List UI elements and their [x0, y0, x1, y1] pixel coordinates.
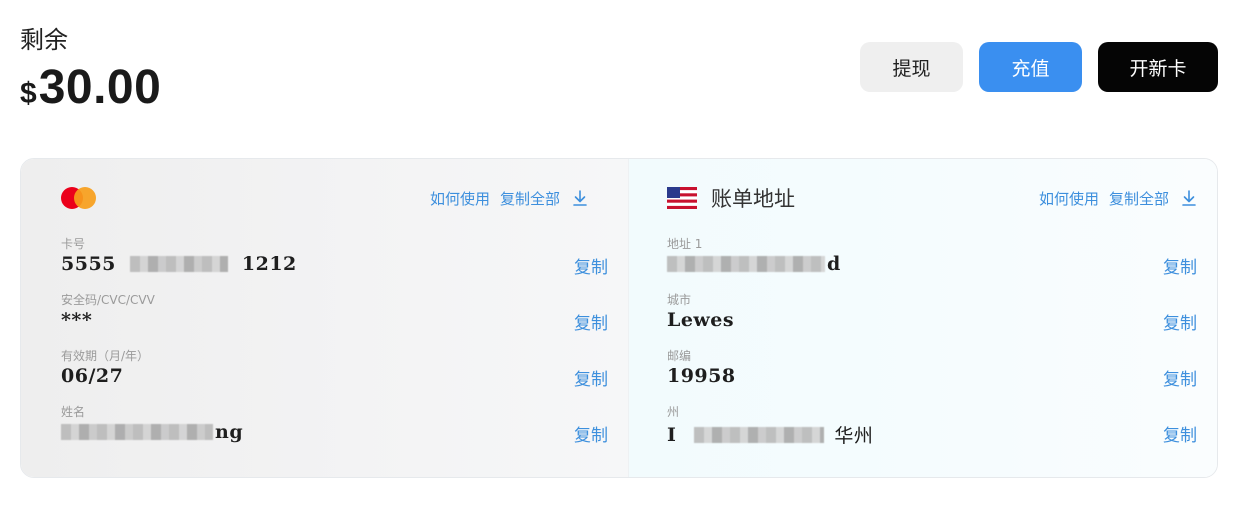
state-redacted	[694, 426, 825, 443]
zip-label: 邮编	[666, 349, 691, 363]
cvv-field: 安全码/CVC/CVV *** 复制	[61, 291, 608, 341]
cvv-value: ***	[61, 309, 93, 331]
cvv-label: 安全码/CVC/CVV	[61, 293, 155, 307]
card-number-prefix: 5555	[61, 253, 116, 275]
new-card-button[interactable]: 开新卡	[1098, 42, 1218, 92]
card-number-field: 卡号 5555 1212 复制	[61, 235, 608, 285]
address1-redacted	[666, 256, 825, 272]
zip-value: 19958	[666, 365, 736, 387]
billing-header: 账单地址 如何使用 复制全部	[666, 183, 1197, 213]
city-field: 城市 Lewes 复制	[667, 291, 1197, 341]
copy-expiry-button[interactable]: 复制	[574, 365, 608, 390]
copy-city-button[interactable]: 复制	[1163, 309, 1197, 334]
card-how-to-use-link[interactable]: 如何使用	[430, 188, 490, 209]
name-suffix: ng	[215, 421, 244, 443]
state-suffix: 华州	[834, 425, 874, 447]
state-prefix: I	[666, 423, 677, 446]
name-label: 姓名	[61, 405, 86, 419]
mastercard-orange-circle	[74, 187, 96, 209]
expiry-label: 有效期（月/年）	[61, 349, 150, 363]
state-value: I 华州	[667, 421, 873, 448]
billing-address: 账单地址 如何使用 复制全部 地址 1 d 复制 城市 Lewes 复制 邮编 …	[627, 159, 1217, 477]
address1-suffix: d	[826, 253, 841, 275]
card-number-suffix: 1212	[241, 253, 297, 275]
card-copy-all-link[interactable]: 复制全部	[500, 188, 560, 209]
billing-title: 账单地址	[710, 187, 795, 211]
state-label: 州	[666, 405, 679, 419]
name-field: 姓名 ng 复制	[61, 403, 608, 453]
card-details: 如何使用 复制全部 卡号 5555 1212 复制 安全码/CVC/CVV **…	[21, 159, 628, 477]
card-number-value: 5555 1212	[61, 253, 297, 275]
state-field: 州 I 华州 复制	[667, 403, 1197, 453]
action-buttons: 提现 充值 开新卡	[860, 42, 1218, 92]
withdraw-button[interactable]: 提现	[860, 42, 963, 92]
expiry-value: 06/27	[61, 365, 124, 387]
card-header: 如何使用 复制全部	[61, 183, 588, 213]
copy-state-button[interactable]: 复制	[1163, 421, 1197, 446]
balance-amount: $ 30.00	[20, 60, 161, 115]
address1-value: d	[666, 253, 841, 275]
card-number-label: 卡号	[61, 237, 86, 251]
card-number-redacted	[129, 256, 228, 272]
address1-label: 地址 1	[666, 237, 703, 251]
city-value: Lewes	[666, 309, 735, 331]
currency-symbol: $	[20, 77, 37, 110]
expiry-field: 有效期（月/年） 06/27 复制	[61, 347, 608, 397]
mastercard-logo-icon	[61, 187, 97, 209]
topup-button[interactable]: 充值	[979, 42, 1082, 92]
billing-copy-all-link[interactable]: 复制全部	[1109, 188, 1169, 209]
copy-address1-button[interactable]: 复制	[1163, 253, 1197, 278]
city-label: 城市	[666, 293, 691, 307]
billing-how-to-use-link[interactable]: 如何使用	[1039, 188, 1099, 209]
card-panel: 如何使用 复制全部 卡号 5555 1212 复制 安全码/CVC/CVV **…	[20, 158, 1218, 478]
copy-card-number-button[interactable]: 复制	[574, 253, 608, 278]
zip-field: 邮编 19958 复制	[667, 347, 1197, 397]
us-flag-icon	[666, 187, 697, 209]
balance-value: 30.00	[38, 61, 162, 114]
card-download-icon[interactable]	[572, 189, 588, 207]
name-value: ng	[61, 421, 243, 443]
balance-label: 剩余	[20, 27, 68, 54]
copy-cvv-button[interactable]: 复制	[574, 309, 608, 334]
copy-name-button[interactable]: 复制	[574, 421, 608, 446]
address1-field: 地址 1 d 复制	[666, 235, 1197, 285]
billing-download-icon[interactable]	[1181, 189, 1197, 207]
copy-zip-button[interactable]: 复制	[1163, 365, 1197, 390]
name-redacted	[61, 424, 213, 440]
